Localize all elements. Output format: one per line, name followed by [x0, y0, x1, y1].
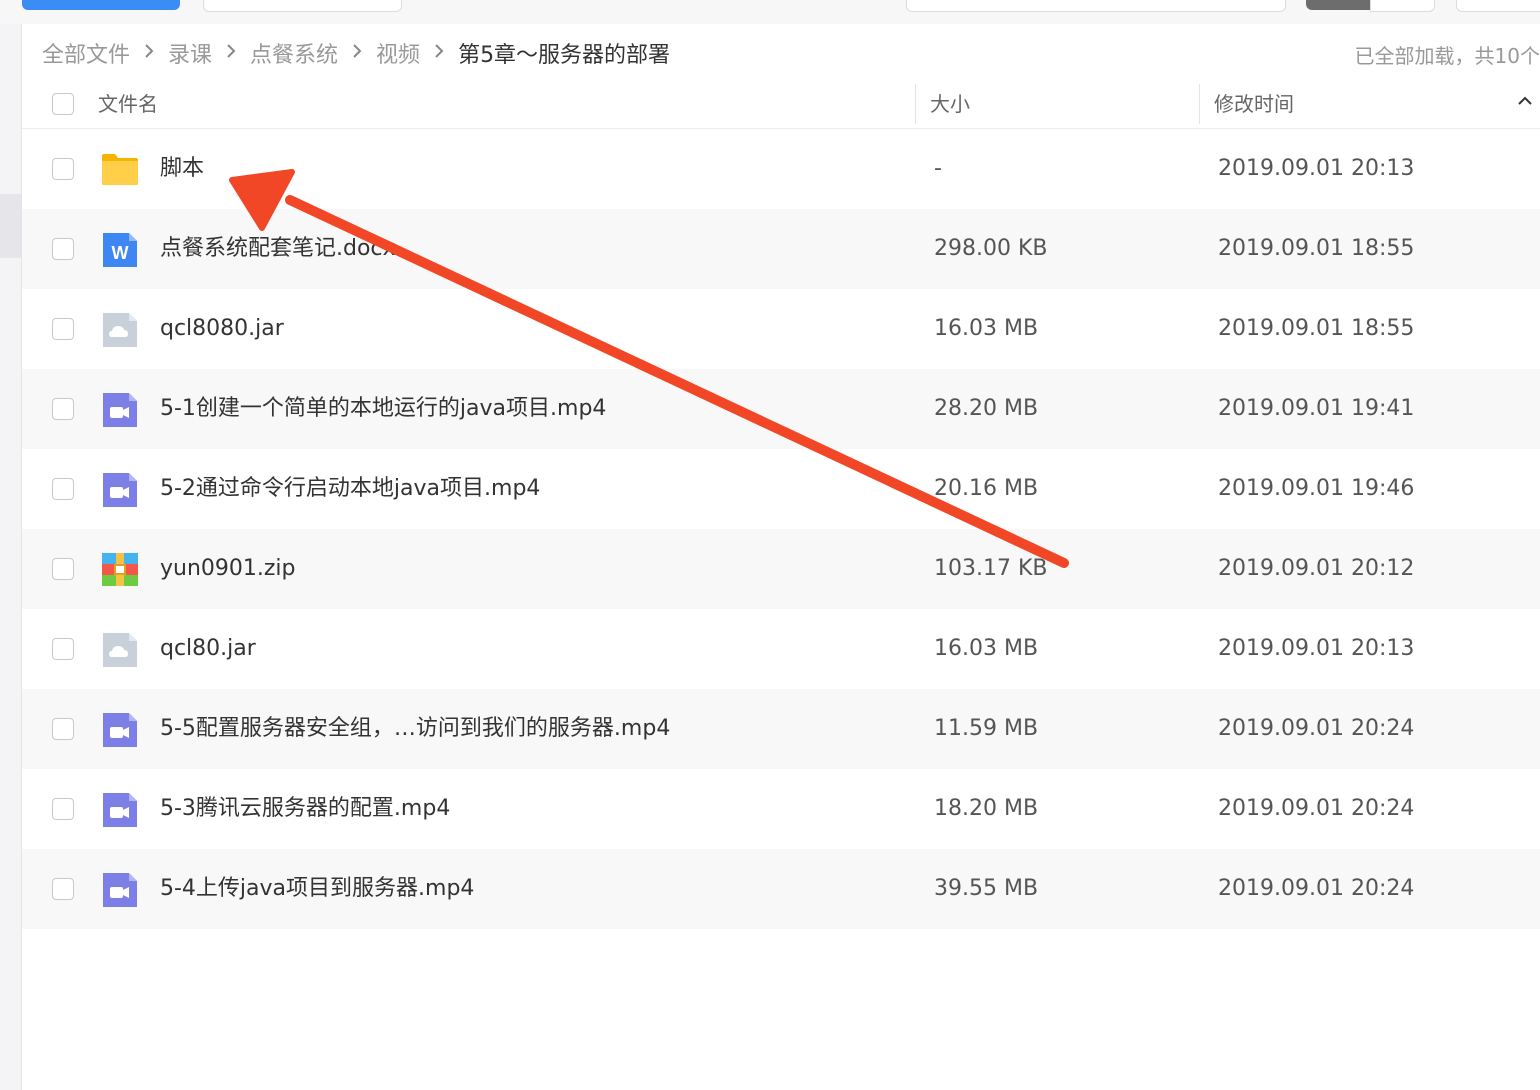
column-header-modified[interactable]: 修改时间	[1214, 80, 1294, 128]
top-toolbar	[0, 0, 1540, 24]
search-input[interactable]	[906, 0, 1286, 12]
breadcrumb-item-ordering-system[interactable]: 点餐系统	[250, 37, 338, 69]
file-size: 103.17 KB	[934, 556, 1048, 581]
file-table-body: 脚本 - 2019.09.01 20:13 W 点餐系统配套笔记.docx 29…	[22, 129, 1540, 929]
table-row[interactable]: 5-3腾讯云服务器的配置.mp4 18.20 MB 2019.09.01 20:…	[22, 769, 1540, 849]
file-size: 39.55 MB	[934, 876, 1039, 901]
row-checkbox[interactable]	[52, 398, 74, 420]
folder-icon	[102, 154, 138, 185]
video-icon	[103, 793, 137, 827]
file-modified-time: 2019.09.01 18:55	[1218, 236, 1415, 261]
file-list-panel: 全部文件 录课 点餐系统 视频 第5章～服务器的部署 已全部加载，共10个 文件…	[22, 24, 1540, 1090]
word-doc-icon: W	[103, 233, 137, 267]
sidebar	[0, 24, 22, 1090]
file-size: 16.03 MB	[934, 636, 1039, 661]
new-folder-button[interactable]	[203, 0, 402, 12]
file-size: 28.20 MB	[934, 396, 1039, 421]
upload-button[interactable]	[22, 0, 180, 10]
file-size: 11.59 MB	[934, 716, 1039, 741]
file-size: 20.16 MB	[934, 476, 1039, 501]
file-modified-time: 2019.09.01 20:13	[1218, 156, 1415, 181]
row-checkbox[interactable]	[52, 558, 74, 580]
file-name[interactable]: qcl8080.jar	[160, 289, 284, 369]
video-icon	[103, 393, 137, 427]
file-size: 298.00 KB	[934, 236, 1048, 261]
column-header-name[interactable]: 文件名	[98, 80, 158, 128]
video-icon	[103, 473, 137, 507]
chevron-right-icon	[224, 41, 238, 65]
breadcrumb: 全部文件 录课 点餐系统 视频 第5章～服务器的部署	[42, 36, 670, 70]
row-checkbox[interactable]	[52, 798, 74, 820]
column-divider[interactable]	[1199, 84, 1200, 124]
table-header: 文件名 大小 修改时间	[22, 80, 1540, 129]
file-name[interactable]: 5-4上传java项目到服务器.mp4	[160, 849, 474, 929]
chevron-right-icon	[432, 41, 446, 65]
table-row[interactable]: 5-4上传java项目到服务器.mp4 39.55 MB 2019.09.01 …	[22, 849, 1540, 929]
video-icon	[103, 873, 137, 907]
row-checkbox[interactable]	[52, 878, 74, 900]
breadcrumb-item-all-files[interactable]: 全部文件	[42, 37, 130, 69]
chevron-right-icon	[142, 41, 156, 65]
file-name[interactable]: 5-5配置服务器安全组，…访问到我们的服务器.mp4	[160, 689, 670, 769]
row-checkbox[interactable]	[52, 718, 74, 740]
file-size: 16.03 MB	[934, 316, 1039, 341]
chevron-right-icon	[350, 41, 364, 65]
file-modified-time: 2019.09.01 20:24	[1218, 716, 1415, 741]
file-name[interactable]: 脚本	[160, 129, 204, 209]
svg-text:W: W	[112, 243, 129, 263]
row-checkbox[interactable]	[52, 158, 74, 180]
table-row[interactable]: qcl8080.jar 16.03 MB 2019.09.01 18:55	[22, 289, 1540, 369]
file-name[interactable]: 5-1创建一个简单的本地运行的java项目.mp4	[160, 369, 606, 449]
grid-view-toggle[interactable]	[1370, 0, 1435, 12]
breadcrumb-item-video[interactable]: 视频	[376, 37, 420, 69]
breadcrumb-item-lesson[interactable]: 录课	[168, 37, 212, 69]
list-view-toggle[interactable]	[1306, 0, 1370, 10]
file-name[interactable]: 5-3腾讯云服务器的配置.mp4	[160, 769, 450, 849]
file-size: -	[934, 156, 942, 181]
file-modified-time: 2019.09.01 20:13	[1218, 636, 1415, 661]
file-name[interactable]: qcl80.jar	[160, 609, 256, 689]
row-checkbox[interactable]	[52, 478, 74, 500]
table-row[interactable]: qcl80.jar 16.03 MB 2019.09.01 20:13	[22, 609, 1540, 689]
row-checkbox[interactable]	[52, 318, 74, 340]
file-modified-time: 2019.09.01 19:46	[1218, 476, 1415, 501]
table-row[interactable]: 5-5配置服务器安全组，…访问到我们的服务器.mp4 11.59 MB 2019…	[22, 689, 1540, 769]
table-row[interactable]: 5-1创建一个简单的本地运行的java项目.mp4 28.20 MB 2019.…	[22, 369, 1540, 449]
generic-file-icon	[103, 633, 137, 667]
video-icon	[103, 713, 137, 747]
file-modified-time: 2019.09.01 20:12	[1218, 556, 1415, 581]
sort-ascending-icon[interactable]	[1516, 92, 1534, 110]
table-row[interactable]: W 点餐系统配套笔记.docx 298.00 KB 2019.09.01 18:…	[22, 209, 1540, 289]
sidebar-selected-item[interactable]	[0, 194, 21, 258]
breadcrumb-item-current: 第5章～服务器的部署	[458, 43, 671, 68]
load-status: 已全部加载，共10个	[1354, 44, 1540, 68]
file-size: 18.20 MB	[934, 796, 1039, 821]
generic-file-icon	[103, 313, 137, 347]
file-modified-time: 2019.09.01 19:41	[1218, 396, 1415, 421]
file-modified-time: 2019.09.01 18:55	[1218, 316, 1415, 341]
file-modified-time: 2019.09.01 20:24	[1218, 876, 1415, 901]
table-row[interactable]: yun0901.zip 103.17 KB 2019.09.01 20:12	[22, 529, 1540, 609]
more-button[interactable]	[1456, 0, 1540, 12]
column-divider[interactable]	[915, 84, 916, 124]
table-row[interactable]: 脚本 - 2019.09.01 20:13	[22, 129, 1540, 209]
file-name[interactable]: 点餐系统配套笔记.docx	[160, 209, 396, 289]
file-name[interactable]: yun0901.zip	[160, 529, 296, 609]
row-checkbox[interactable]	[52, 238, 74, 260]
zip-icon	[102, 553, 138, 586]
column-header-size[interactable]: 大小	[930, 80, 970, 128]
file-name[interactable]: 5-2通过命令行启动本地java项目.mp4	[160, 449, 540, 529]
file-modified-time: 2019.09.01 20:24	[1218, 796, 1415, 821]
select-all-checkbox[interactable]	[52, 93, 74, 115]
table-row[interactable]: 5-2通过命令行启动本地java项目.mp4 20.16 MB 2019.09.…	[22, 449, 1540, 529]
row-checkbox[interactable]	[52, 638, 74, 660]
